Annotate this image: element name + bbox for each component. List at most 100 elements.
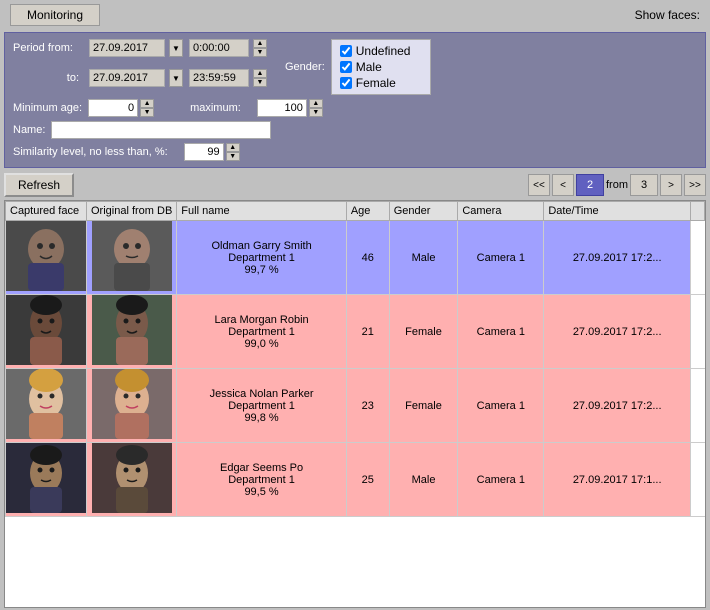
time-from-spinner: ▲ ▼ <box>253 39 267 57</box>
min-age-down[interactable]: ▼ <box>140 108 154 117</box>
time-to-down[interactable]: ▼ <box>253 78 267 87</box>
name-label: Name: <box>13 124 45 136</box>
min-age-spinner: ▲ ▼ <box>140 99 154 117</box>
table-header-row: Captured face Original from DB Full name… <box>6 202 705 221</box>
gender-box: Undefined Male Female <box>331 39 431 95</box>
date-to-dropdown[interactable]: ▼ <box>169 69 183 87</box>
gender-cell-2: Female <box>389 369 458 443</box>
max-age-input[interactable] <box>257 99 307 117</box>
original-face-cell-1 <box>87 295 177 369</box>
gender-male-checkbox[interactable] <box>340 61 352 73</box>
date-from-input[interactable] <box>89 39 165 57</box>
datetime-cell-3: 27.09.2017 17:1... <box>544 443 691 517</box>
captured-face-img-3 <box>6 443 86 513</box>
age-cell-0: 46 <box>346 221 389 295</box>
max-age-up[interactable]: ▲ <box>309 99 323 108</box>
datetime-cell-1: 27.09.2017 17:2... <box>544 295 691 369</box>
max-age-down[interactable]: ▼ <box>309 108 323 117</box>
current-page-input[interactable] <box>576 174 604 196</box>
first-page-button[interactable]: << <box>528 174 550 196</box>
gender-cell-1: Female <box>389 295 458 369</box>
date-from-group: ▼ <box>89 39 183 57</box>
name-row: Name: <box>13 121 697 139</box>
pagination: << < from 3 > >> <box>528 174 706 196</box>
gender-female-label: Female <box>356 76 396 90</box>
age-cell-1: 21 <box>346 295 389 369</box>
scroll-header <box>691 202 705 221</box>
time-to-up[interactable]: ▲ <box>253 69 267 78</box>
min-age-input[interactable] <box>88 99 138 117</box>
original-face-img-1 <box>92 295 172 365</box>
captured-face-img-0 <box>6 221 86 291</box>
min-age-label: Minimum age: <box>13 102 82 114</box>
gender-female-row[interactable]: Female <box>340 76 422 90</box>
original-face-img-3 <box>92 443 172 513</box>
time-to-group: ▲ ▼ <box>189 69 267 87</box>
full-name-cell-0: Oldman Garry Smith Department 1 99,7 % <box>177 221 347 295</box>
similarity-label: Similarity level, no less than, %: <box>13 146 168 158</box>
col-full-name: Full name <box>177 202 347 221</box>
captured-face-cell-2 <box>6 369 87 443</box>
time-from-down[interactable]: ▼ <box>253 48 267 57</box>
gender-undefined-row[interactable]: Undefined <box>340 44 422 58</box>
max-age-spinner: ▲ ▼ <box>309 99 323 117</box>
total-pages: 3 <box>630 174 658 196</box>
filter-panel: Period from: ▼ ▲ ▼ to: <box>4 32 706 168</box>
min-age-up[interactable]: ▲ <box>140 99 154 108</box>
camera-cell-2: Camera 1 <box>458 369 544 443</box>
results-table: Captured face Original from DB Full name… <box>5 201 705 517</box>
show-faces-label: Show faces: <box>635 8 700 22</box>
gender-cell-0: Male <box>389 221 458 295</box>
refresh-button[interactable]: Refresh <box>4 173 74 197</box>
col-captured-face: Captured face <box>6 202 87 221</box>
full-name-cell-2: Jessica Nolan Parker Department 1 99,8 % <box>177 369 347 443</box>
datetime-cell-2: 27.09.2017 17:2... <box>544 369 691 443</box>
time-from-up[interactable]: ▲ <box>253 39 267 48</box>
original-face-cell-3 <box>87 443 177 517</box>
datetime-cell-0: 27.09.2017 17:2... <box>544 221 691 295</box>
gender-male-label: Male <box>356 60 382 74</box>
time-to-spinner: ▲ ▼ <box>253 69 267 87</box>
camera-cell-3: Camera 1 <box>458 443 544 517</box>
gender-female-checkbox[interactable] <box>340 77 352 89</box>
last-page-button[interactable]: >> <box>684 174 706 196</box>
similarity-input[interactable] <box>184 143 224 161</box>
date-to-input[interactable] <box>89 69 165 87</box>
time-to-input[interactable] <box>189 69 249 87</box>
results-table-container: Captured face Original from DB Full name… <box>4 200 706 608</box>
date-to-group: ▼ <box>89 69 183 87</box>
captured-face-cell-1 <box>6 295 87 369</box>
table-row: Oldman Garry Smith Department 1 99,7 % 4… <box>6 221 705 295</box>
age-cell-2: 23 <box>346 369 389 443</box>
max-age-label: maximum: <box>190 102 241 114</box>
captured-face-cell-0 <box>6 221 87 295</box>
monitoring-tab[interactable]: Monitoring <box>10 4 100 26</box>
gender-cell-3: Male <box>389 443 458 517</box>
captured-face-img-2 <box>6 369 86 439</box>
date-from-dropdown[interactable]: ▼ <box>169 39 183 57</box>
captured-face-img-1 <box>6 295 86 365</box>
gender-undefined-checkbox[interactable] <box>340 45 352 57</box>
col-gender: Gender <box>389 202 458 221</box>
similarity-down[interactable]: ▼ <box>226 152 240 161</box>
next-page-button[interactable]: > <box>660 174 682 196</box>
name-input[interactable] <box>51 121 271 139</box>
original-face-img-2 <box>92 369 172 439</box>
time-from-input[interactable] <box>189 39 249 57</box>
gender-male-row[interactable]: Male <box>340 60 422 74</box>
app-container: Monitoring Show faces: Period from: ▼ ▲ <box>0 0 710 610</box>
similarity-up[interactable]: ▲ <box>226 143 240 152</box>
age-row: Minimum age: ▲ ▼ maximum: ▲ ▼ <box>13 99 697 117</box>
prev-page-button[interactable]: < <box>552 174 574 196</box>
time-from-group: ▲ ▼ <box>189 39 267 57</box>
table-row: Jessica Nolan Parker Department 1 99,8 %… <box>6 369 705 443</box>
camera-cell-1: Camera 1 <box>458 295 544 369</box>
table-row: Edgar Seems Po Department 1 99,5 % 25 Ma… <box>6 443 705 517</box>
table-row: Lara Morgan Robin Department 1 99,0 % 21… <box>6 295 705 369</box>
original-face-cell-0 <box>87 221 177 295</box>
period-from-row: Period from: ▼ ▲ ▼ <box>13 39 267 57</box>
period-from-label: Period from: <box>13 42 83 54</box>
period-to-label: to: <box>13 72 83 84</box>
col-age: Age <box>346 202 389 221</box>
gender-label: Gender: <box>285 61 325 73</box>
